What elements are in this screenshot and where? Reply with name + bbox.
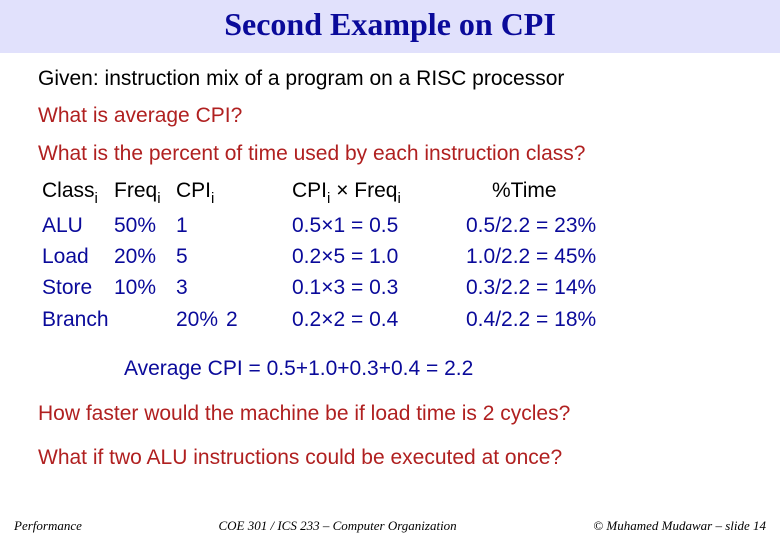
cell-time-3: 0.4/2.2 = 18% bbox=[462, 304, 622, 335]
cell-calc-0: 0.5×1 = 0.5 bbox=[272, 210, 462, 241]
question-4: What if two ALU instructions could be ex… bbox=[38, 446, 742, 470]
followup-questions: How faster would the machine be if load … bbox=[0, 402, 780, 470]
cell-time-0: 0.5/2.2 = 23% bbox=[462, 210, 622, 241]
hdr-cpifreq: CPIi × Freqi bbox=[272, 175, 462, 210]
cell-class-3: Branch bbox=[38, 304, 110, 335]
hdr-cpi: CPIi bbox=[172, 175, 222, 210]
hdr-freq: Freqi bbox=[110, 175, 172, 210]
cell-cpi2-2 bbox=[222, 272, 272, 303]
title-bar: Second Example on CPI bbox=[0, 0, 780, 53]
cell-freq-1: 20% bbox=[110, 241, 172, 272]
cell-cpi2-1 bbox=[222, 241, 272, 272]
given-text: Given: instruction mix of a program on a… bbox=[38, 65, 742, 92]
cell-cpi2-3: 2 bbox=[222, 304, 272, 335]
slide-title: Second Example on CPI bbox=[224, 6, 556, 42]
cell-class-1: Load bbox=[38, 241, 110, 272]
avg-cpi: Average CPI = 0.5+1.0+0.3+0.4 = 2.2 bbox=[124, 355, 742, 382]
cell-cpi2-0 bbox=[222, 210, 272, 241]
footer-left: Performance bbox=[14, 518, 82, 534]
footer-center: COE 301 / ICS 233 – Computer Organizatio… bbox=[218, 518, 456, 534]
cell-freq-0: 50% bbox=[110, 210, 172, 241]
question-3: How faster would the machine be if load … bbox=[38, 402, 742, 426]
cell-class-0: ALU bbox=[38, 210, 110, 241]
footer: Performance COE 301 / ICS 233 – Computer… bbox=[0, 512, 780, 540]
cpi-table: Classi Freqi CPIi CPIi × Freqi %Time ALU… bbox=[38, 175, 742, 335]
cell-class-2: Store bbox=[38, 272, 110, 303]
cell-freq-3 bbox=[110, 304, 172, 335]
cell-cpi-2: 3 bbox=[172, 272, 222, 303]
cell-calc-2: 0.1×3 = 0.3 bbox=[272, 272, 462, 303]
cell-calc-1: 0.2×5 = 1.0 bbox=[272, 241, 462, 272]
footer-right: © Muhamed Mudawar – slide 14 bbox=[593, 518, 766, 534]
cell-freq-2: 10% bbox=[110, 272, 172, 303]
slide-content: Given: instruction mix of a program on a… bbox=[0, 53, 780, 382]
hdr-cpi2 bbox=[222, 175, 272, 210]
hdr-class: Classi bbox=[38, 175, 110, 210]
question-1: What is average CPI? bbox=[38, 102, 742, 129]
question-2: What is the percent of time used by each… bbox=[38, 140, 742, 167]
cell-cpi-3: 20% bbox=[172, 304, 222, 335]
cell-cpi-0: 1 bbox=[172, 210, 222, 241]
cell-time-2: 0.3/2.2 = 14% bbox=[462, 272, 622, 303]
cell-calc-3: 0.2×2 = 0.4 bbox=[272, 304, 462, 335]
cell-cpi-1: 5 bbox=[172, 241, 222, 272]
cell-time-1: 1.0/2.2 = 45% bbox=[462, 241, 622, 272]
hdr-time: %Time bbox=[462, 175, 622, 210]
